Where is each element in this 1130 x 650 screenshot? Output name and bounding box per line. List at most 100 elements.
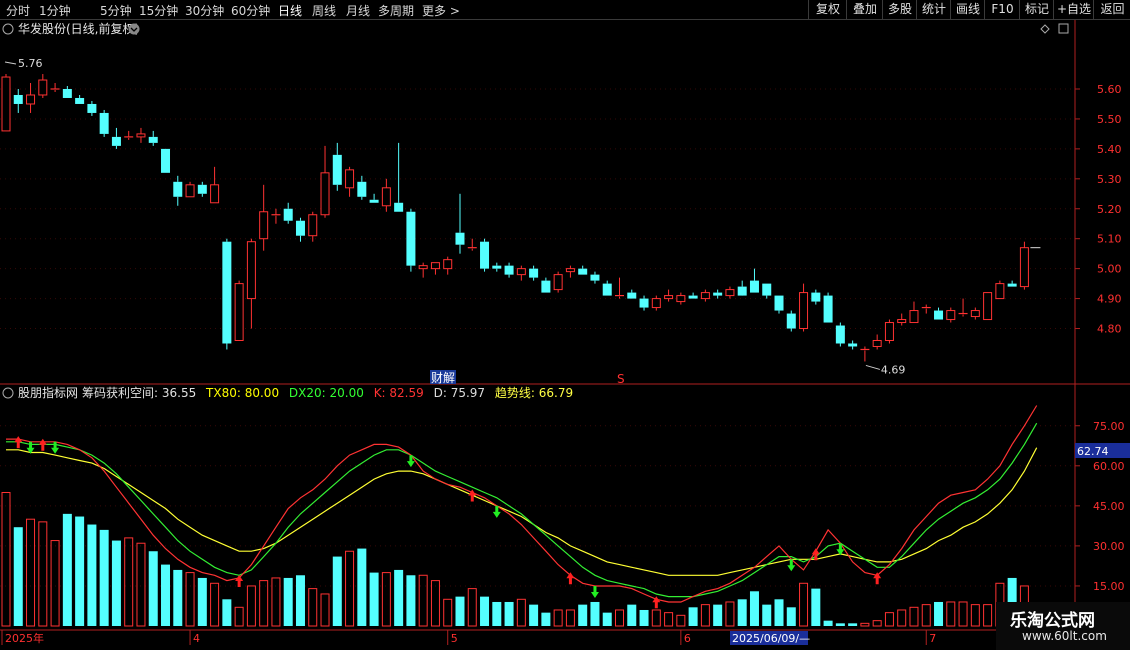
candlestick-series: [1, 61, 1041, 370]
low-price-label: 4.69: [881, 363, 906, 376]
candle: [308, 211, 318, 242]
candle-body: [565, 268, 575, 273]
buy-arrow-icon: [14, 436, 23, 449]
event-marker-financial[interactable]: 财解: [431, 371, 455, 385]
maximize-icon[interactable]: [1058, 23, 1069, 34]
candle: [1019, 241, 1029, 290]
candle: [1, 74, 11, 132]
volume-bar: [234, 606, 244, 627]
volume-bar: [394, 569, 404, 626]
legend-trend: 趋势线: 66.79: [495, 386, 573, 400]
indicator-tick-label: 75.00: [1093, 420, 1125, 433]
candle-body: [246, 241, 256, 300]
candle: [553, 271, 563, 293]
candle: [13, 89, 23, 113]
volume-bar: [418, 574, 428, 627]
volume-bar: [872, 620, 882, 627]
volume-bar: [345, 550, 355, 627]
candle-body: [749, 280, 759, 293]
volume-bar: [958, 601, 968, 627]
candle: [197, 181, 207, 197]
candle: [516, 265, 526, 281]
candle-body: [173, 181, 183, 197]
indicator-name[interactable]: 股朋指标网: [18, 385, 78, 400]
volume-bar: [111, 540, 121, 626]
main-panel-title: 华发股份(日线,前复权): [18, 21, 139, 36]
price-tick-label: 4.80: [1097, 323, 1122, 336]
volume-bar: [639, 609, 649, 626]
candle-body: [848, 343, 858, 347]
volume-bar: [970, 604, 980, 627]
candle: [639, 295, 649, 311]
volume-bar: [455, 596, 465, 626]
candle: [38, 74, 48, 98]
volume-bar: [983, 604, 993, 627]
volume-bar: [222, 599, 232, 626]
candle-body: [259, 211, 269, 240]
candle: [62, 86, 72, 98]
volume-bar: [406, 575, 416, 626]
candle-body: [75, 97, 85, 104]
title-dropdown-icon[interactable]: [128, 23, 140, 35]
stock-chart[interactable]: 华发股份(日线,前复权) 5.60 5.50 5.40 5.30 5.20 5.10 5.0…: [0, 0, 1130, 650]
candle-body: [553, 274, 563, 291]
candle: [185, 181, 195, 198]
candle: [848, 340, 858, 350]
candle: [283, 202, 293, 224]
candle-body: [823, 295, 833, 323]
panel-collapse-icon[interactable]: [2, 23, 14, 35]
volume-bar: [295, 575, 305, 626]
volume-bar: [884, 612, 894, 627]
volume-bar: [541, 612, 551, 626]
candle: [173, 175, 183, 206]
candle-body: [185, 184, 195, 198]
candle: [259, 184, 269, 251]
candle: [983, 292, 993, 321]
volume-bar: [627, 604, 637, 626]
candle: [222, 238, 232, 350]
candle: [934, 307, 944, 320]
volume-bar: [578, 604, 588, 626]
candle-body: [688, 295, 698, 299]
volume-bar: [909, 606, 919, 627]
candle: [210, 166, 220, 204]
volume-bar: [161, 564, 171, 626]
candle-body: [934, 310, 944, 320]
volume-bar: [823, 620, 833, 626]
diamond-icon[interactable]: [1040, 24, 1050, 34]
candle: [970, 307, 980, 320]
candle-body: [332, 154, 342, 185]
candle: [418, 262, 428, 278]
candle: [492, 262, 502, 272]
candle-body: [320, 172, 330, 216]
volume-bar: [835, 623, 845, 626]
candle: [75, 94, 85, 104]
event-marker-s[interactable]: S: [617, 372, 625, 386]
volume-bar: [786, 607, 796, 626]
watermark: 乐淘公式网 www.60lt.com: [996, 602, 1130, 650]
candle-body: [516, 268, 526, 276]
candle: [872, 334, 882, 350]
volume-bar: [320, 593, 330, 627]
price-tick-label: 5.20: [1097, 203, 1122, 216]
volume-bar: [725, 601, 735, 627]
candle-body: [345, 169, 355, 189]
candle-body: [480, 241, 490, 269]
date-label: 7: [929, 632, 936, 645]
volume-bar: [553, 609, 563, 627]
volume-bar: [246, 585, 256, 627]
candle-body: [529, 268, 539, 278]
candle: [394, 142, 404, 212]
candle: [443, 256, 453, 275]
candle: [737, 280, 747, 296]
volume-bar: [737, 599, 747, 626]
sell-arrow-icon: [590, 585, 599, 598]
candle-body: [430, 262, 440, 270]
candle-body: [774, 295, 784, 311]
volume-bar: [651, 609, 661, 627]
candle: [664, 289, 674, 302]
cursor-date-label: 2025/06/09/—: [732, 632, 810, 645]
indicator-collapse-icon[interactable]: [2, 387, 14, 399]
price-tick-label: 5.40: [1097, 143, 1122, 156]
date-label: 5: [451, 632, 458, 645]
